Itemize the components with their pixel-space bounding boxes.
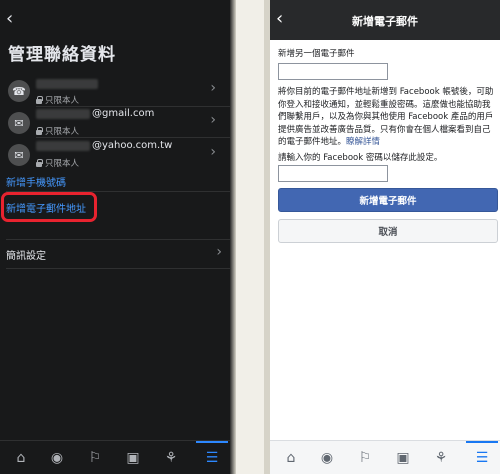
lock-icon bbox=[36, 95, 43, 104]
highlight-box bbox=[1, 192, 97, 222]
chevron-right-icon[interactable]: › bbox=[216, 244, 222, 260]
add-email-label: 新增另一個電子郵件 bbox=[278, 49, 355, 59]
phone-icon: ☎ bbox=[8, 80, 30, 102]
chevron-right-icon: › bbox=[210, 112, 216, 128]
cancel-button[interactable]: 取消 bbox=[278, 219, 498, 243]
gap bbox=[236, 0, 264, 474]
email-value: @gmail.com bbox=[92, 108, 155, 119]
bottom-tab-bar: ⌂ ◉ ⚐ ▣ ⚘ ☰ bbox=[270, 440, 500, 474]
divider bbox=[6, 239, 230, 240]
active-tab-indicator bbox=[466, 441, 498, 443]
privacy-label: 只限本人 bbox=[36, 94, 79, 106]
mail-icon: ✉ bbox=[8, 144, 30, 166]
groups-icon[interactable]: ◉ bbox=[46, 447, 68, 469]
bell-icon[interactable]: ⚘ bbox=[160, 447, 182, 469]
home-icon[interactable]: ⌂ bbox=[280, 447, 302, 469]
lock-icon bbox=[36, 158, 43, 167]
email-input[interactable] bbox=[278, 63, 388, 80]
redacted-phone-number bbox=[36, 79, 98, 89]
mail-icon: ✉ bbox=[8, 112, 30, 134]
home-icon[interactable]: ⌂ bbox=[10, 447, 32, 469]
marketplace-icon[interactable]: ▣ bbox=[122, 447, 144, 469]
chevron-right-icon: › bbox=[210, 144, 216, 160]
sms-settings-label[interactable]: 簡訊設定 bbox=[6, 247, 46, 262]
menu-icon[interactable]: ☰ bbox=[201, 447, 223, 469]
learn-more-link[interactable]: 瞭解詳情 bbox=[346, 137, 380, 147]
redacted-email-prefix bbox=[36, 141, 90, 151]
chevron-right-icon: › bbox=[210, 80, 216, 96]
add-email-button[interactable]: 新增電子郵件 bbox=[278, 188, 498, 212]
groups-icon[interactable]: ◉ bbox=[316, 447, 338, 469]
page-title: 管理聯絡資料 bbox=[8, 45, 116, 65]
header-bar: ‹ 新增電子郵件 bbox=[270, 0, 500, 40]
marketplace-icon[interactable]: ▣ bbox=[392, 447, 414, 469]
active-tab-indicator bbox=[196, 441, 228, 443]
flag-icon[interactable]: ⚐ bbox=[84, 447, 106, 469]
flag-icon[interactable]: ⚐ bbox=[354, 447, 376, 469]
description-text: 將你目前的電子郵件地址新增到 Facebook 帳號後，可助你登入和接收通知，並… bbox=[278, 87, 494, 147]
back-chevron-left-icon[interactable]: ‹ bbox=[6, 10, 13, 28]
email-value: @yahoo.com.tw bbox=[92, 140, 173, 151]
password-input[interactable] bbox=[278, 165, 388, 182]
header-title: 新增電子郵件 bbox=[352, 15, 418, 28]
add-phone-link[interactable]: 新增手機號碼 bbox=[6, 174, 66, 189]
redacted-email-prefix bbox=[36, 109, 90, 119]
privacy-label: 只限本人 bbox=[36, 157, 79, 169]
left-phone-screen: ‹ 管理聯絡資料 ☎ 只限本人 › ✉ @gmail.com 只限本人 › ✉ … bbox=[0, 0, 236, 474]
divider bbox=[6, 268, 230, 269]
right-phone-screen: ‹ 新增電子郵件 新增另一個電子郵件 將你目前的電子郵件地址新增到 Facebo… bbox=[264, 0, 500, 474]
bell-icon[interactable]: ⚘ bbox=[430, 447, 452, 469]
bottom-tab-bar: ⌂ ◉ ⚐ ▣ ⚘ ☰ bbox=[0, 440, 230, 474]
lock-icon bbox=[36, 126, 43, 135]
password-label: 請輸入你的 Facebook 密碼以儲存此設定。 bbox=[278, 153, 443, 163]
privacy-label: 只限本人 bbox=[36, 125, 79, 137]
contact-row-yahoo[interactable]: ✉ @yahoo.com.tw 只限本人 › bbox=[0, 138, 230, 174]
menu-icon[interactable]: ☰ bbox=[471, 447, 493, 469]
